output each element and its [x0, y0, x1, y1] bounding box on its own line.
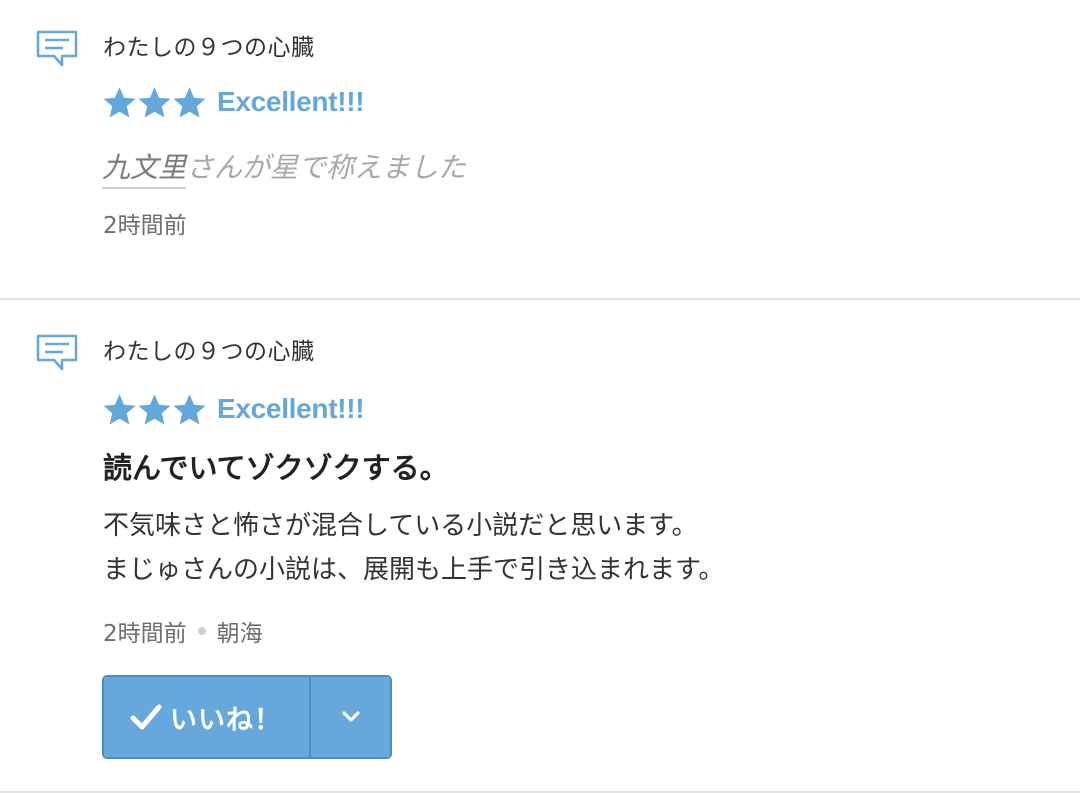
rating: Excellent!!!	[102, 389, 365, 429]
review-body-line: 不気味さと怖さが混合している小説だと思います。	[103, 511, 698, 541]
review-body-line: まじゅさんの小説は、展開も上手で引き込まれます。	[103, 555, 725, 585]
star-icon	[103, 393, 136, 425]
separator-dot	[197, 627, 206, 635]
feed-item-review: わたしの９つの心臓 Excellent!!! 読んでいてゾクゾクする。 不気味さ…	[0, 300, 1080, 792]
review-body: 不気味さと怖さが混合している小説だと思います。 まじゅさんの小説は、展開も上手で…	[103, 504, 724, 592]
timestamp: 2時間前	[103, 621, 187, 647]
review-meta: 2時間前 朝海	[103, 614, 263, 648]
star-rating	[102, 85, 207, 120]
like-options-dropdown[interactable]	[311, 677, 390, 757]
star-icon	[173, 393, 206, 425]
comment-icon	[36, 334, 78, 371]
novel-title-link[interactable]: わたしの９つの心臓	[103, 28, 315, 62]
praise-suffix: さんが星で称えました	[186, 151, 467, 184]
review-title: 読んでいてゾクゾクする。	[103, 451, 449, 485]
star-icon	[103, 86, 136, 118]
chevron-down-icon	[341, 711, 360, 722]
like-label: いいね！	[170, 704, 282, 736]
star-rating	[102, 392, 207, 427]
feed-item-star-praise: わたしの９つの心臓 Excellent!!! 九文里さんが星で称えました 2時間…	[0, 0, 1080, 300]
timestamp: 2時間前	[103, 213, 187, 239]
checkmark-icon	[130, 704, 162, 730]
star-icon	[173, 86, 206, 118]
rating: Excellent!!!	[102, 82, 365, 122]
star-icon	[138, 393, 171, 425]
like-button-group: いいね！	[102, 675, 392, 759]
author-link[interactable]: 朝海	[217, 614, 263, 648]
praise-user-link[interactable]: 九文里	[102, 151, 187, 189]
praise-line: 九文里さんが星で称えました	[102, 146, 467, 189]
star-icon	[138, 86, 171, 118]
rating-label: Excellent!!!	[217, 393, 365, 424]
rating-label: Excellent!!!	[217, 86, 365, 117]
comment-icon	[36, 30, 78, 67]
novel-title-link[interactable]: わたしの９つの心臓	[103, 332, 315, 366]
like-button[interactable]: いいね！	[104, 677, 309, 757]
